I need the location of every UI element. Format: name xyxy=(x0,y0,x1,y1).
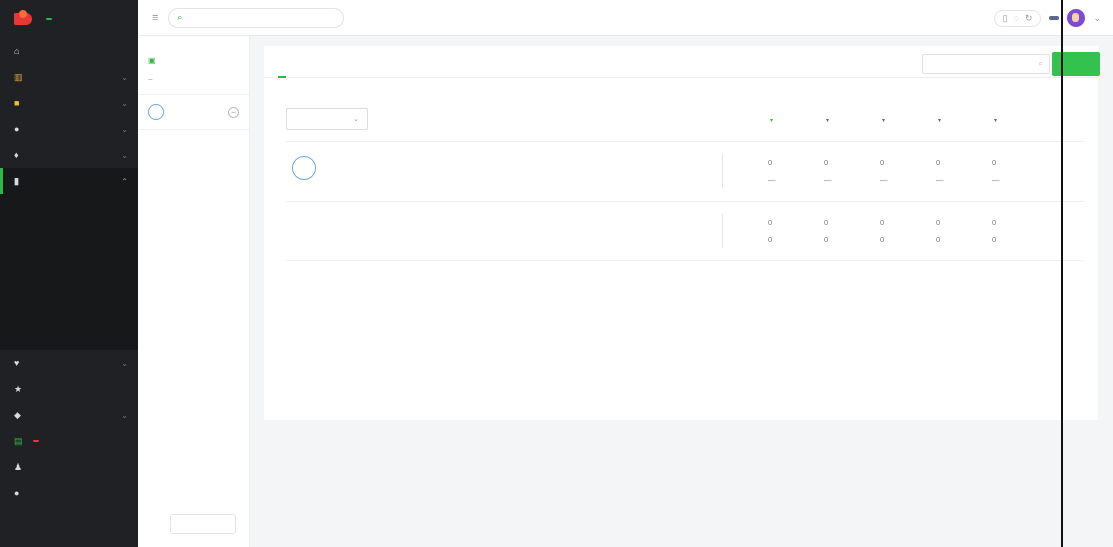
chevron-down-icon: ⌄ xyxy=(121,98,128,108)
chevron-down-icon: ⌄ xyxy=(121,358,128,368)
group-select[interactable]: ⌄ xyxy=(286,108,368,130)
sidebar-item-data-analysis[interactable]: ▥ ⌄ xyxy=(0,64,138,90)
chevron-down-icon: ⌄ xyxy=(121,410,128,420)
sidebar-subitem-6[interactable] xyxy=(0,324,138,350)
sort-icon: ▾ xyxy=(938,117,942,124)
table-row[interactable]: 0 0 0 0 0 — — — — — xyxy=(286,141,1084,201)
sidebar-subitem-5[interactable] xyxy=(0,298,138,324)
group-ungrouped[interactable]: − xyxy=(138,65,249,84)
chevron-down-icon: ⌄ xyxy=(353,116,359,123)
search-icon: ● xyxy=(14,123,20,134)
sidebar-item-ecommerce[interactable]: ■ ⌄ xyxy=(0,90,138,116)
group-all[interactable]: ▣ xyxy=(138,46,249,65)
tools-icon: ◆ xyxy=(14,409,21,420)
tab-live-data[interactable] xyxy=(304,56,312,78)
vip-badge[interactable] xyxy=(1049,16,1060,20)
monitor-icon: ▮ xyxy=(14,175,19,186)
row-values: 0 0 0 0 0 0 0 0 0 0 xyxy=(740,214,1048,248)
row-account-info xyxy=(292,156,322,180)
column-header-3[interactable]: ▾ xyxy=(880,115,936,124)
collapse-icon: − xyxy=(148,75,153,84)
sidebar-subitem-2[interactable] xyxy=(0,220,138,246)
account-panel-header xyxy=(138,36,249,46)
filter-row: ⌄ ▾ ▾ ▾ ▾ ▾ xyxy=(286,104,1098,134)
data-panel: ⌕ ⌄ ▾ ▾ ▾ ▾ ▾ 0 0 0 0 0 — — — — — 0 0 0 … xyxy=(264,46,1100,420)
account-panel: ▣ − − xyxy=(138,36,250,547)
logo-icon xyxy=(14,10,32,25)
sort-icon: ▾ xyxy=(826,117,830,124)
sort-icon: ▾ xyxy=(994,117,998,124)
column-header-2[interactable]: ▾ xyxy=(824,115,880,124)
chevron-up-icon: ⌃ xyxy=(121,176,128,186)
account-search-input[interactable]: ⌕ xyxy=(922,54,1050,74)
sidebar-item-workbench[interactable]: ⌂ xyxy=(0,38,138,64)
chevron-down-icon: ⌄ xyxy=(121,124,128,134)
mobile-icon[interactable]: ▯ xyxy=(1003,13,1008,24)
star-icon: ★ xyxy=(14,383,23,394)
main-content: ⌕ ⌄ ▾ ▾ ▾ ▾ ▾ 0 0 0 0 0 — — — — — 0 0 0 … xyxy=(250,36,1113,547)
sidebar-item-profile[interactable]: ♟ xyxy=(0,454,138,480)
bell-icon[interactable]: ◌ xyxy=(1014,13,1019,24)
column-header-4[interactable]: ▾ xyxy=(936,115,992,124)
buy-icon: ▤ xyxy=(14,435,23,446)
sort-icon: ▾ xyxy=(882,117,886,124)
sidebar-subitem-my-accounts[interactable] xyxy=(0,194,138,220)
home-icon: ⌂ xyxy=(14,45,20,56)
row-values: 0 0 0 0 0 — — — — — xyxy=(740,154,1048,188)
sidebar-subitem-3[interactable] xyxy=(0,246,138,272)
column-header-1[interactable]: ▾ xyxy=(768,115,824,124)
vertical-divider-line xyxy=(1061,0,1063,547)
shop-icon: ■ xyxy=(14,97,20,108)
top-bar: ≡ ⌕ ▯ ◌ ↻ ⌄ xyxy=(138,0,1113,36)
sidebar-item-monitor[interactable]: ▮ ⌃ xyxy=(0,168,138,194)
account-card[interactable]: − xyxy=(138,94,249,130)
chevron-down-icon: ⌄ xyxy=(121,150,128,160)
avatar[interactable] xyxy=(1067,9,1086,27)
quick-icons: ▯ ◌ ↻ xyxy=(993,9,1042,27)
logo[interactable] xyxy=(0,0,138,38)
refresh-icon[interactable]: ↻ xyxy=(1025,13,1033,24)
hot-icon: ♦ xyxy=(14,149,19,160)
column-header-5[interactable]: ▾ xyxy=(992,115,1048,124)
values-yesterday: — — — — — xyxy=(768,175,1000,184)
sidebar-item-promote[interactable]: ♥ ⌄ xyxy=(0,350,138,376)
chevron-down-icon[interactable]: ⌄ xyxy=(1093,13,1101,24)
search-icon: ⌕ xyxy=(1038,59,1043,68)
divider xyxy=(722,214,723,248)
user-icon: ♟ xyxy=(14,461,23,472)
sidebar-item-hot[interactable]: ♦ ⌄ xyxy=(0,142,138,168)
tab-basic-data[interactable] xyxy=(278,56,286,78)
help-icon: ● xyxy=(14,487,20,498)
hot-badge xyxy=(33,440,39,442)
sidebar-item-tools[interactable]: ◆ ⌄ xyxy=(0,402,138,428)
sidebar-item-buy[interactable]: ▤ xyxy=(0,428,138,454)
values-yesterday: 0 0 0 0 0 xyxy=(768,235,997,244)
sort-icon: ▾ xyxy=(770,117,774,124)
sidebar-item-help[interactable]: ● xyxy=(0,480,138,506)
sidebar-item-search[interactable]: ● ⌄ xyxy=(0,116,138,142)
top-right-controls: ▯ ◌ ↻ ⌄ xyxy=(986,0,1101,36)
app-window: ⌂ ▥ ⌄ ■ ⌄ ● ⌄ ♦ ⌄ ▮ ⌃ ♥ ⌄ ★ ◆ ⌄ ▤ ♟ ● ≡ … xyxy=(0,0,1113,547)
logo-badge xyxy=(46,18,52,20)
values-today: 0 0 0 0 0 xyxy=(768,158,997,167)
table-header: ▾ ▾ ▾ ▾ ▾ xyxy=(740,104,1048,134)
calendar-icon: ▣ xyxy=(148,56,156,65)
divider xyxy=(722,154,723,188)
table-row-total: 0 0 0 0 0 0 0 0 0 0 xyxy=(286,201,1084,261)
chart-icon: ▥ xyxy=(14,71,23,82)
add-account-button[interactable] xyxy=(170,514,236,534)
chevron-down-icon: ⌄ xyxy=(121,72,128,82)
sidebar: ⌂ ▥ ⌄ ■ ⌄ ● ⌄ ♦ ⌄ ▮ ⌃ ♥ ⌄ ★ ◆ ⌄ ▤ ♟ ● xyxy=(0,0,138,547)
account-avatar xyxy=(148,104,164,120)
account-avatar xyxy=(292,156,316,180)
menu-toggle-icon[interactable]: ≡ xyxy=(152,12,158,24)
sidebar-item-favorites[interactable]: ★ xyxy=(0,376,138,402)
global-search-input[interactable]: ⌕ xyxy=(168,7,345,28)
remove-account-icon[interactable]: − xyxy=(228,106,239,118)
export-button[interactable] xyxy=(1052,52,1100,76)
search-icon: ⌕ xyxy=(177,12,183,22)
sidebar-subitem-4[interactable] xyxy=(0,272,138,298)
promote-icon: ♥ xyxy=(14,357,20,368)
values-today: 0 0 0 0 0 xyxy=(768,218,997,227)
